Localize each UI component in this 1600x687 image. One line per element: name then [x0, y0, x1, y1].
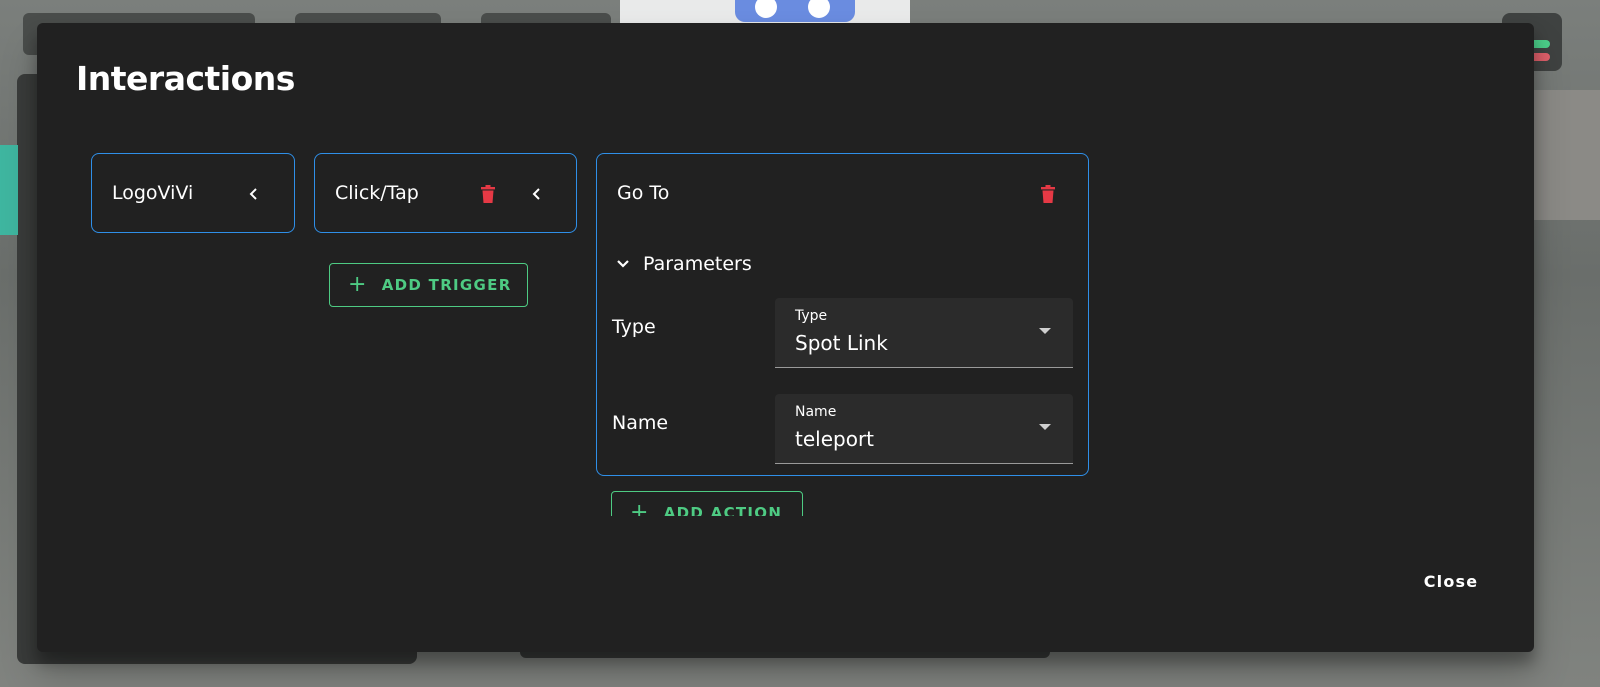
- add-action-label: ADD ACTION: [663, 504, 783, 516]
- plus-icon: +: [348, 272, 368, 297]
- action-label: Go To: [617, 182, 670, 204]
- parameters-toggle[interactable]: Parameters: [615, 250, 752, 278]
- chevron-down-icon: [615, 256, 631, 272]
- name-select-label: Name: [795, 404, 837, 420]
- plus-icon: +: [630, 500, 650, 517]
- object-card[interactable]: LogoViVi: [91, 153, 295, 233]
- type-select-label: Type: [795, 308, 828, 324]
- chevron-left-icon[interactable]: [240, 180, 268, 208]
- backdrop-accent: [0, 145, 18, 235]
- dropdown-arrow-icon: [1039, 328, 1051, 334]
- add-trigger-label: ADD TRIGGER: [381, 276, 512, 294]
- scroll-clip: + ADD ACTION: [597, 483, 1157, 516]
- type-select[interactable]: Type Spot Link: [775, 298, 1073, 368]
- close-button[interactable]: Close: [1401, 563, 1501, 599]
- chevron-left-icon[interactable]: [523, 180, 551, 208]
- dialog-title: Interactions: [76, 59, 295, 98]
- interactions-dialog: Interactions LogoViVi Click/Tap + ADD TR…: [37, 23, 1534, 652]
- type-select-value: Spot Link: [795, 331, 888, 355]
- param-type-label: Type: [612, 316, 656, 338]
- name-select[interactable]: Name teleport: [775, 394, 1073, 464]
- param-name-label: Name: [612, 412, 669, 434]
- action-card: Go To Parameters Type Type Spot Link Nam…: [596, 153, 1089, 476]
- backdrop-logo-mark: [735, 0, 855, 22]
- object-label: LogoViVi: [112, 182, 194, 204]
- delete-icon[interactable]: [474, 180, 502, 208]
- trigger-card[interactable]: Click/Tap: [314, 153, 577, 233]
- backdrop-image: [1534, 90, 1600, 220]
- name-select-value: teleport: [795, 427, 875, 451]
- add-trigger-button[interactable]: + ADD TRIGGER: [329, 263, 528, 307]
- trigger-label: Click/Tap: [335, 182, 419, 204]
- dropdown-arrow-icon: [1039, 424, 1051, 430]
- delete-icon[interactable]: [1034, 180, 1062, 208]
- add-action-button[interactable]: + ADD ACTION: [611, 491, 803, 516]
- parameters-label: Parameters: [643, 253, 752, 275]
